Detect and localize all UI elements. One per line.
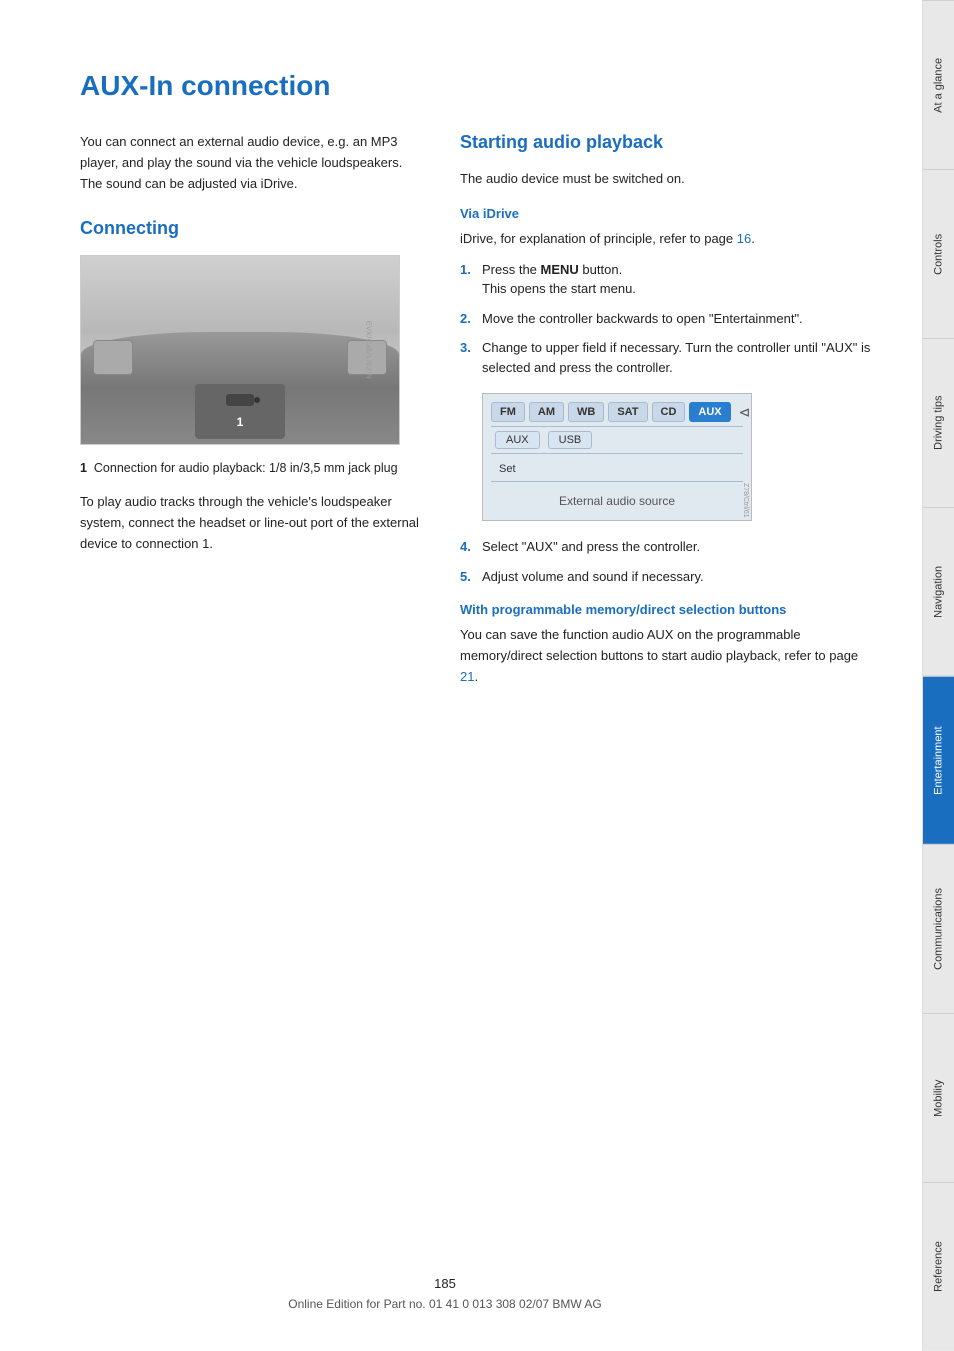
tab-navigation[interactable]: Navigation (923, 507, 954, 676)
screen-set-label: Set (495, 461, 520, 477)
list-item: 2. Move the controller backwards to open… (460, 309, 872, 329)
step-1-content: Press the MENU button.This opens the sta… (482, 260, 872, 299)
tab-at-a-glance-label: At a glance (933, 57, 945, 112)
step-3-content: Change to upper field if necessary. Turn… (482, 338, 872, 377)
tab-driving-tips[interactable]: Driving tips (923, 338, 954, 507)
step-4-num: 4. (460, 537, 474, 557)
tab-at-a-glance[interactable]: At a glance (923, 0, 954, 169)
body-text: To play audio tracks through the vehicle… (80, 492, 420, 554)
screen-usb-btn: USB (548, 431, 593, 449)
screen-sat-btn: SAT (608, 402, 647, 422)
image-number-label: 1 (237, 415, 244, 429)
left-column: You can connect an external audio device… (80, 132, 420, 697)
page-title: AUX-In connection (80, 70, 872, 102)
two-col-layout: You can connect an external audio device… (80, 132, 872, 697)
screen-am-btn: AM (529, 402, 564, 422)
list-item: 5. Adjust volume and sound if necessary. (460, 567, 872, 587)
via-idrive-heading: Via iDrive (460, 206, 872, 221)
footer-text: Online Edition for Part no. 01 41 0 013 … (0, 1297, 890, 1311)
tab-reference[interactable]: Reference (923, 1182, 954, 1351)
programmable-subheading: With programmable memory/direct selectio… (460, 602, 872, 617)
car-image-box: 1 EVX/Cab/L/02/N (80, 255, 400, 445)
tab-controls-label: Controls (933, 233, 945, 274)
screen-set-row: Set (491, 458, 743, 477)
starting-playback-heading: Starting audio playback (460, 132, 872, 153)
tab-reference-label: Reference (933, 1242, 945, 1293)
tab-entertainment-label: Entertainment (933, 726, 945, 794)
tab-mobility[interactable]: Mobility (923, 1013, 954, 1182)
tab-communications-label: Communications (933, 888, 945, 970)
screen-divider-2 (491, 453, 743, 454)
tab-driving-tips-label: Driving tips (933, 395, 945, 449)
screen-wb-btn: WB (568, 402, 604, 422)
screen-aux-sub-btn: AUX (495, 431, 540, 449)
step-4-content: Select "AUX" and press the controller. (482, 537, 872, 557)
programmable-text: You can save the function audio AUX on t… (460, 625, 872, 687)
screen-divider (491, 426, 743, 427)
caption-text: Connection for audio playback: 1/8 in/3,… (94, 461, 398, 475)
screen-nav-icon: ⊲ (739, 404, 751, 421)
idrive-intro-text: iDrive, for explanation of principle, re… (460, 229, 872, 250)
list-item: 1. Press the MENU button.This opens the … (460, 260, 872, 299)
tab-entertainment[interactable]: Entertainment (923, 676, 954, 845)
screen-cd-btn: CD (652, 402, 686, 422)
steps-list: 1. Press the MENU button.This opens the … (460, 260, 872, 378)
right-column: Starting audio playback The audio device… (460, 132, 872, 697)
connecting-heading: Connecting (80, 218, 420, 239)
screen-sub-row: AUX USB (491, 431, 743, 449)
tab-controls[interactable]: Controls (923, 169, 954, 338)
left-speaker (93, 340, 133, 375)
jack-icon (226, 394, 254, 406)
step-5-num: 5. (460, 567, 474, 587)
step-2-content: Move the controller backwards to open "E… (482, 309, 872, 329)
screen-watermark: Z78/Ctrl/61 (742, 483, 749, 518)
center-console (195, 384, 285, 439)
tab-navigation-label: Navigation (933, 566, 945, 618)
step-5-content: Adjust volume and sound if necessary. (482, 567, 872, 587)
screen-ext-label: External audio source (491, 486, 743, 512)
jack-tip (254, 397, 260, 403)
list-item: 3. Change to upper field if necessary. T… (460, 338, 872, 377)
page-wrapper: AUX-In connection You can connect an ext… (0, 0, 954, 1351)
page-number: 185 (0, 1276, 890, 1291)
screen-fm-btn: FM (491, 402, 525, 422)
connection-caption: 1 Connection for audio playback: 1/8 in/… (80, 459, 420, 478)
image-watermark: EVX/Cab/L/02/N (364, 321, 371, 379)
tab-communications[interactable]: Communications (923, 844, 954, 1013)
tab-mobility-label: Mobility (933, 1080, 945, 1117)
step-1-num: 1. (460, 260, 474, 299)
page-16-link[interactable]: 16 (737, 231, 751, 246)
page-21-link[interactable]: 21 (460, 669, 474, 684)
main-content: AUX-In connection You can connect an ext… (0, 0, 922, 1351)
sidebar-tabs: At a glance Controls Driving tips Naviga… (922, 0, 954, 1351)
screen-image: FM AM WB SAT CD AUX ⊲ AUX USB (482, 393, 752, 521)
intro-text: You can connect an external audio device… (80, 132, 420, 194)
screen-aux-btn-active: AUX (689, 402, 730, 422)
list-item: 4. Select "AUX" and press the controller… (460, 537, 872, 557)
steps-list-2: 4. Select "AUX" and press the controller… (460, 537, 872, 586)
step-3-num: 3. (460, 338, 474, 377)
caption-number: 1 (80, 461, 87, 475)
screen-divider-3 (491, 481, 743, 482)
step-2-num: 2. (460, 309, 474, 329)
audio-device-text: The audio device must be switched on. (460, 169, 872, 190)
screen-tab-row: FM AM WB SAT CD AUX ⊲ (491, 402, 743, 422)
page-footer: 185 Online Edition for Part no. 01 41 0 … (0, 1276, 890, 1311)
